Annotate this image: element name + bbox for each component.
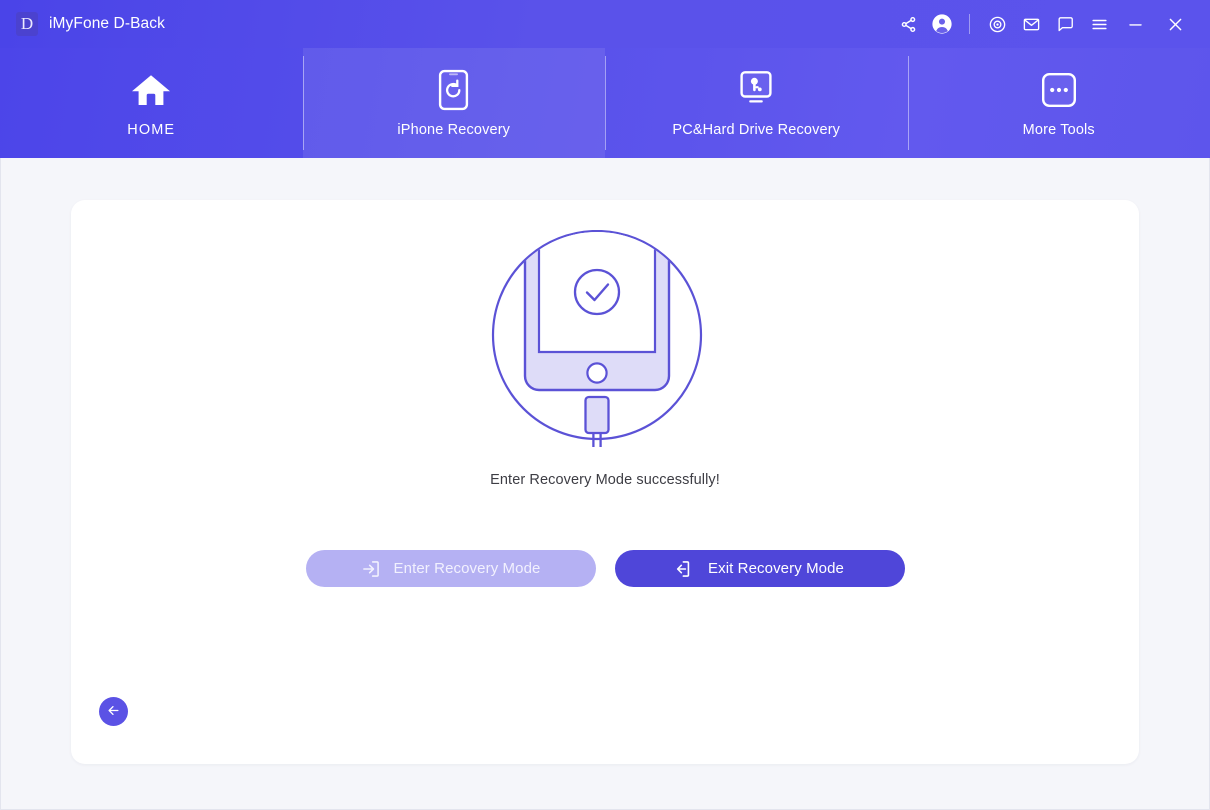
mail-icon[interactable] xyxy=(1014,7,1048,41)
enter-arrow-icon xyxy=(361,559,381,579)
app-window: D iMyFone D-Back HOME iPhone Recovery PC… xyxy=(0,0,1210,810)
title-bar: D iMyFone D-Back xyxy=(0,0,1210,48)
minimize-icon[interactable] xyxy=(1118,7,1152,41)
title-bar-actions xyxy=(891,7,1192,41)
phone-check-connected-icon xyxy=(490,229,720,460)
more-dots-icon xyxy=(1041,69,1077,111)
tab-iphone-recovery-label: iPhone Recovery xyxy=(397,121,511,138)
tab-pc-hard-drive-recovery[interactable]: PC&Hard Drive Recovery xyxy=(605,48,908,158)
tab-home-label: HOME xyxy=(127,121,176,138)
monitor-key-icon xyxy=(735,69,777,111)
menu-icon[interactable] xyxy=(1082,7,1116,41)
close-icon[interactable] xyxy=(1158,7,1192,41)
tab-home[interactable]: HOME xyxy=(0,48,303,158)
exit-arrow-icon xyxy=(675,559,695,579)
tab-pc-hard-drive-recovery-label: PC&Hard Drive Recovery xyxy=(672,121,841,138)
app-logo: D xyxy=(16,12,38,36)
recovery-panel: Enter Recovery Mode successfully! Enter … xyxy=(71,200,1139,764)
support-icon[interactable] xyxy=(980,7,1014,41)
home-icon xyxy=(130,69,172,111)
account-icon[interactable] xyxy=(925,7,959,41)
title-bar-divider xyxy=(969,14,970,34)
content-area: Enter Recovery Mode successfully! Enter … xyxy=(0,158,1210,810)
exit-recovery-mode-button[interactable]: Exit Recovery Mode xyxy=(614,550,905,587)
app-title: iMyFone D-Back xyxy=(49,15,165,32)
tab-iphone-recovery[interactable]: iPhone Recovery xyxy=(302,48,605,158)
tab-more-tools[interactable]: More Tools xyxy=(907,48,1210,158)
brand: D iMyFone D-Back xyxy=(16,12,165,36)
back-button[interactable] xyxy=(99,697,128,726)
phone-refresh-icon xyxy=(438,69,469,111)
exit-recovery-mode-label: Exit Recovery Mode xyxy=(707,560,845,577)
tab-more-tools-label: More Tools xyxy=(1022,121,1095,138)
share-icon[interactable] xyxy=(891,7,925,41)
enter-recovery-mode-button[interactable]: Enter Recovery Mode xyxy=(305,550,596,587)
action-buttons: Enter Recovery Mode Exit Recovery Mode xyxy=(305,550,905,587)
arrow-left-icon xyxy=(106,703,121,721)
enter-recovery-mode-label: Enter Recovery Mode xyxy=(393,560,541,577)
status-message: Enter Recovery Mode successfully! xyxy=(490,472,720,488)
main-navigation: HOME iPhone Recovery PC&Hard Drive Recov… xyxy=(0,48,1210,158)
feedback-icon[interactable] xyxy=(1048,7,1082,41)
